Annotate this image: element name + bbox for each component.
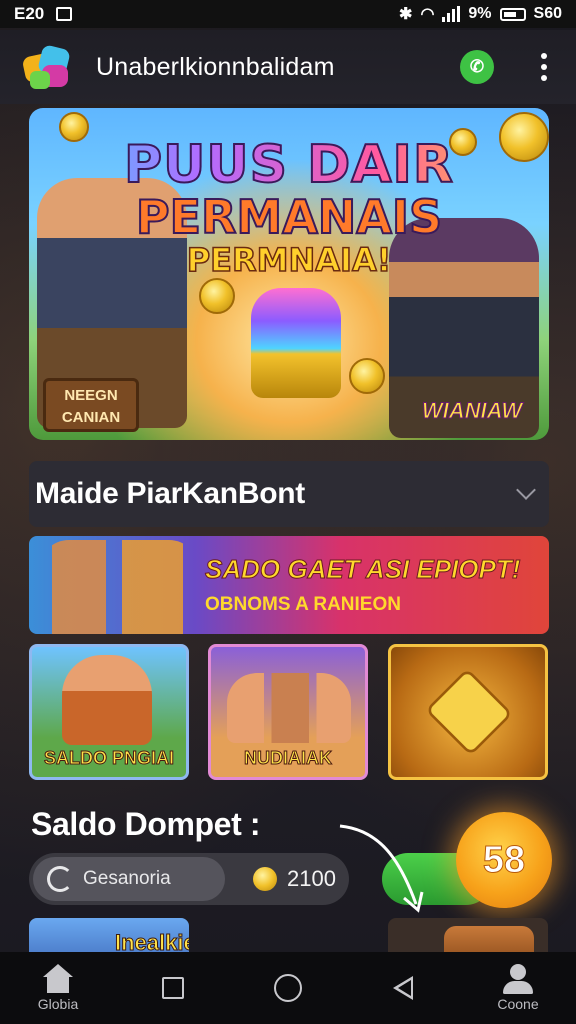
- hero-banner[interactable]: PUUS DAIR PERMANAIS PERMNAIA! NEEGN CANI…: [29, 108, 549, 440]
- game-characters-image: [227, 673, 351, 743]
- nav-profile-label: Coone: [497, 996, 539, 1012]
- circle-home-icon: [274, 974, 302, 1002]
- game-select-dropdown[interactable]: Maide PiarKanBont: [29, 461, 549, 527]
- chevron-down-icon: [516, 480, 536, 500]
- game-tile-2[interactable]: NUDIAIAK: [208, 644, 368, 780]
- hero-title-line2: PERMANAIS: [135, 190, 443, 244]
- game-character-image: [62, 655, 152, 745]
- home-icon: [41, 964, 75, 994]
- game-tile-label: NUDIAIAK: [244, 748, 333, 768]
- promo-title: SADO GAET ASI EPIOPT!: [205, 554, 521, 585]
- kebab-menu-icon[interactable]: [534, 53, 554, 81]
- game-tile-1[interactable]: SALDO PNGIAI: [29, 644, 189, 780]
- coin-icon: [349, 358, 385, 394]
- app-title: Unaberlkionnbalidam: [96, 52, 335, 81]
- coin-icon: [253, 867, 277, 891]
- notification-icon: [56, 7, 73, 21]
- hero-sign-right: WIANIAW: [421, 398, 523, 424]
- hero-title-line1: PUUS DAIR: [29, 137, 549, 193]
- wallet-title: Saldo Dompet :: [31, 806, 261, 842]
- treasure-pot-icon: [251, 288, 341, 398]
- battery-percent: 9%: [468, 5, 492, 22]
- battery-icon: [499, 7, 526, 21]
- game-tile-label: SALDO PNGIAI: [43, 748, 174, 768]
- profile-icon: [501, 964, 535, 994]
- nav-home[interactable]: Globia: [18, 964, 98, 1012]
- status-time: E20: [14, 4, 45, 23]
- wallet-refresh-button[interactable]: Gesanoria: [33, 857, 225, 901]
- hero-title-line3: PERMNAIA!: [186, 241, 392, 279]
- wallet-amount: 2100: [253, 866, 336, 892]
- network-label: S60: [533, 5, 562, 22]
- floating-bonus-badge[interactable]: 58: [456, 812, 552, 908]
- wallet-balance-pill: Gesanoria 2100: [29, 853, 349, 905]
- promo-subtitle: OBNOMS A RANIEON: [205, 594, 401, 615]
- nav-system-home[interactable]: [248, 974, 328, 1002]
- nav-recents[interactable]: [133, 977, 213, 999]
- nav-home-label: Globia: [37, 996, 79, 1012]
- promo-characters: [39, 540, 199, 634]
- back-icon: [393, 976, 413, 1000]
- wifi-icon: ◠: [420, 6, 435, 23]
- signal-icon: [442, 6, 461, 22]
- game-tile-3[interactable]: [388, 644, 548, 780]
- status-bar: E20 ✱ ◠ 9% S60: [0, 0, 576, 28]
- recents-icon: [162, 977, 184, 999]
- app-logo: [21, 41, 74, 93]
- app-bar: Unaberlkionnbalidam ✆: [0, 30, 576, 104]
- nav-profile[interactable]: Coone: [478, 964, 558, 1012]
- refresh-icon: [47, 866, 73, 892]
- bottom-nav-bar: Globia Coone: [0, 952, 576, 1024]
- whatsapp-icon[interactable]: ✆: [460, 50, 494, 84]
- hero-sign-left: NEEGN CANIAN: [43, 378, 139, 432]
- promo-banner[interactable]: SADO GAET ASI EPIOPT! OBNOMS A RANIEON: [29, 536, 549, 634]
- nav-back[interactable]: [363, 976, 443, 1000]
- coin-icon: [199, 278, 235, 314]
- arrow-icon: [339, 824, 424, 913]
- gem-box-icon: [425, 668, 513, 756]
- wallet-button-label: Gesanoria: [83, 868, 171, 889]
- hero-title: PUUS DAIR PERMANAIS PERMNAIA!: [29, 137, 549, 279]
- wallet-amount-value: 2100: [287, 866, 336, 891]
- bluetooth-icon: ✱: [399, 6, 413, 23]
- select-value: Maide PiarKanBont: [35, 477, 305, 510]
